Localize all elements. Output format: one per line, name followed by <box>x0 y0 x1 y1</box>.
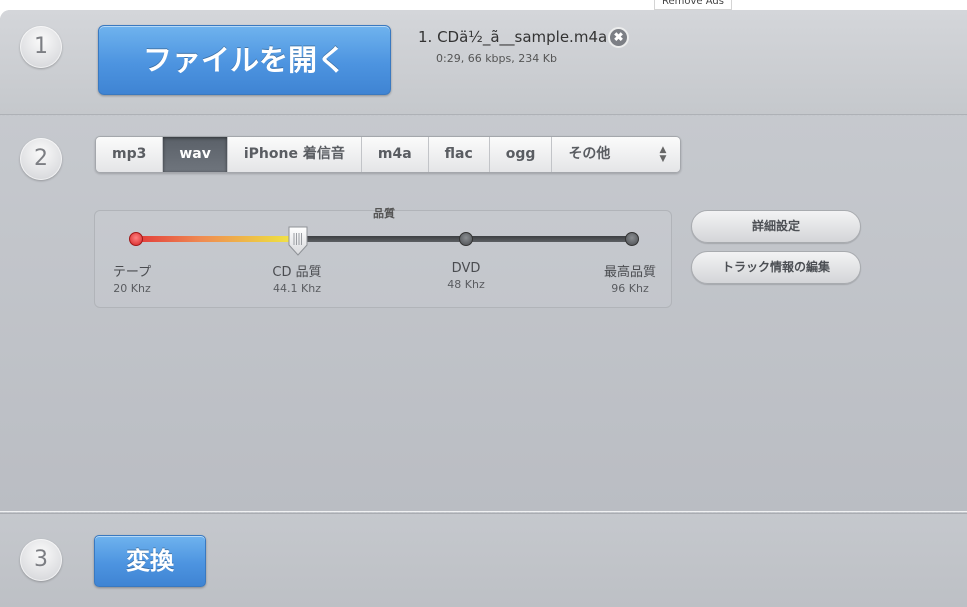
quality-stop-0[interactable] <box>129 232 143 246</box>
format-tab-label: flac <box>444 146 473 162</box>
remove-ads-link[interactable]: Remove Ads <box>654 0 732 10</box>
step-convert-section: 3 変換 <box>0 513 967 607</box>
format-tab-other[interactable]: その他 ▲ ▼ <box>552 137 681 172</box>
quality-label-1: CD 品質 44.1 Khz <box>257 261 337 295</box>
format-tab-wav[interactable]: wav <box>163 137 228 172</box>
quality-level-name: テープ <box>112 265 152 280</box>
file-name: 1. CDä½_ã__sample.m4a <box>418 28 608 46</box>
format-tab-label: mp3 <box>112 146 147 162</box>
quality-level-frequency: 44.1 Khz <box>273 282 321 295</box>
quality-panel: 品質 テープ 20 Khz CD 品質 44.1 Khz DVD 48 Khz 最高品質 96… <box>92 207 672 308</box>
format-tab-label: m4a <box>377 146 412 162</box>
quality-label-2: DVD 48 Khz <box>426 261 506 291</box>
quality-stop-3[interactable] <box>625 232 639 246</box>
quality-level-name: CD 品質 <box>272 265 322 280</box>
format-tab-label: その他 <box>568 146 611 162</box>
file-meta: 0:29, 66 kbps, 234 Kb <box>436 52 557 65</box>
advanced-settings-button[interactable]: 詳細設定 <box>691 210 861 243</box>
format-tab-flac[interactable]: flac <box>428 137 490 172</box>
step-number-3: 3 <box>20 539 62 581</box>
format-tab-ogg[interactable]: ogg <box>489 137 553 172</box>
format-tab-iphone-着信音[interactable]: iPhone 着信音 <box>227 137 362 172</box>
quality-level-frequency: 20 Khz <box>113 282 151 295</box>
step-number-1: 1 <box>20 26 62 68</box>
format-tab-m4a[interactable]: m4a <box>361 137 429 172</box>
up-down-arrows-icon: ▲ ▼ <box>659 145 667 164</box>
quality-level-name: DVD <box>451 261 481 276</box>
step-format-section: 2 mp3 wav iPhone 着信音 m4a flac ogg その他 ▲ ▼ 品質 テープ… <box>0 116 967 512</box>
open-file-button[interactable]: ファイルを開く <box>98 25 391 95</box>
format-tab-mp3[interactable]: mp3 <box>96 137 164 172</box>
quality-level-frequency: 96 Khz <box>611 282 649 295</box>
quality-stop-2[interactable] <box>459 232 473 246</box>
app-window: 1 ファイルを開く 1. CDä½_ã__sample.m4a ✖ 0:29, … <box>0 10 967 607</box>
quality-label-3: 最高品質 96 Khz <box>590 261 670 295</box>
quality-label-0: テープ 20 Khz <box>92 261 172 295</box>
quality-level-name: 最高品質 <box>603 265 656 280</box>
quality-title: 品質 <box>373 207 395 220</box>
format-tab-label: iPhone 着信音 <box>243 146 345 162</box>
step-number-2: 2 <box>20 138 62 180</box>
format-tabs: mp3 wav iPhone 着信音 m4a flac ogg その他 ▲ ▼ <box>95 136 682 173</box>
edit-track-info-button[interactable]: トラック情報の編集 <box>691 251 861 284</box>
convert-button[interactable]: 変換 <box>94 535 206 587</box>
format-tab-label: ogg <box>505 146 536 162</box>
quality-slider-thumb[interactable] <box>287 225 309 257</box>
format-tab-label: wav <box>179 146 211 162</box>
step-open-section: 1 ファイルを開く 1. CDä½_ã__sample.m4a ✖ 0:29, … <box>0 10 967 115</box>
quality-level-frequency: 48 Khz <box>447 278 485 291</box>
close-icon[interactable]: ✖ <box>608 27 629 48</box>
quality-track-fill <box>136 236 298 242</box>
